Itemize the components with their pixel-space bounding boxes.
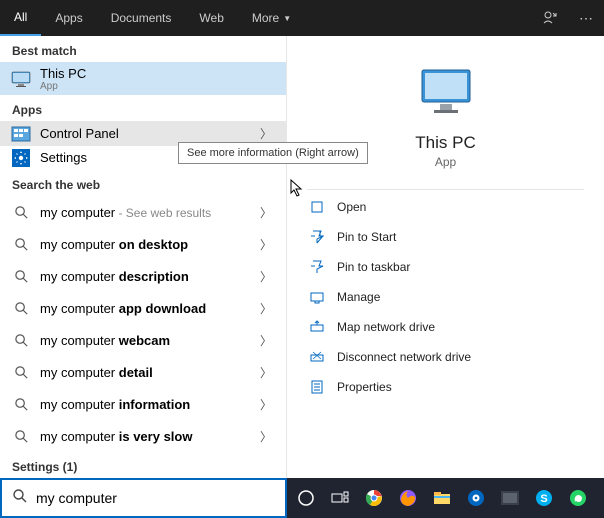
suggestion-text: my computer app download [40, 301, 206, 316]
suggestion-text: my computer information [40, 397, 190, 412]
suggestion-text: my computer is very slow [40, 429, 192, 444]
suggestion-text: my computer description [40, 269, 189, 284]
result-title: Settings [40, 150, 87, 165]
taskbar-whatsapp-icon[interactable] [565, 485, 591, 511]
taskbar-taskview-icon[interactable] [327, 485, 353, 511]
search-icon [10, 233, 32, 255]
chevron-right-icon[interactable]: 〉 [256, 428, 276, 445]
search-icon [10, 201, 32, 223]
tab-documents[interactable]: Documents [97, 0, 186, 36]
control-panel-icon [10, 123, 32, 145]
action-icon [307, 260, 327, 274]
result-web-suggestion[interactable]: my computer information 〉 [0, 388, 286, 420]
search-icon [10, 329, 32, 351]
result-web-suggestion[interactable]: my computer detail 〉 [0, 356, 286, 388]
taskbar-app-icon[interactable] [497, 485, 523, 511]
action-label: Pin to Start [337, 230, 396, 244]
taskbar-cortana-icon[interactable] [293, 485, 319, 511]
suggestion-text: my computer detail [40, 365, 153, 380]
action-pin-to-start[interactable]: Pin to Start [307, 222, 584, 252]
chevron-right-icon[interactable]: 〉 [256, 204, 276, 221]
chevron-right-icon[interactable]: 〉 [256, 332, 276, 349]
action-icon [307, 320, 327, 334]
taskbar-chrome-icon[interactable] [361, 485, 387, 511]
result-title: Control Panel [40, 126, 119, 141]
preview-pane: This PC App OpenPin to StartPin to taskb… [287, 36, 604, 478]
section-apps: Apps [0, 95, 286, 121]
action-manage[interactable]: Manage [307, 282, 584, 312]
tab-all[interactable]: All [0, 0, 41, 36]
section-best-match: Best match [0, 36, 286, 62]
settings-icon [10, 147, 32, 169]
taskbar-skype-icon[interactable]: S [531, 485, 557, 511]
search-icon [10, 393, 32, 415]
tab-apps[interactable]: Apps [41, 0, 96, 36]
search-icon [10, 425, 32, 447]
taskbar: S [287, 478, 604, 518]
result-title: This PC [40, 66, 276, 81]
action-label: Disconnect network drive [337, 350, 471, 364]
action-icon [307, 350, 327, 364]
chevron-right-icon[interactable]: 〉 [256, 268, 276, 285]
chevron-right-icon[interactable]: 〉 [256, 364, 276, 381]
this-pc-icon [10, 68, 32, 90]
search-icon [10, 297, 32, 319]
result-web-suggestion[interactable]: my computer description 〉 [0, 260, 286, 292]
action-label: Map network drive [337, 320, 435, 334]
action-label: Properties [337, 380, 392, 394]
results-pane: Best match This PC App Apps Control Pane… [0, 36, 287, 478]
chevron-right-icon[interactable]: 〉 [256, 396, 276, 413]
divider [307, 189, 584, 190]
chevron-right-icon[interactable]: 〉 [256, 300, 276, 317]
tooltip: See more information (Right arrow) [178, 142, 368, 164]
result-web-suggestion[interactable]: my computer webcam 〉 [0, 324, 286, 356]
tab-more[interactable]: More▼ [238, 0, 305, 36]
taskbar-groove-icon[interactable] [463, 485, 489, 511]
result-subtitle: App [40, 81, 276, 92]
search-icon [10, 265, 32, 287]
action-label: Open [337, 200, 366, 214]
svg-text:S: S [540, 493, 547, 505]
result-web-suggestion[interactable]: my computer is very slow 〉 [0, 420, 286, 452]
tab-web[interactable]: Web [185, 0, 237, 36]
suggestion-hint: - See web results [115, 206, 211, 220]
taskbar-explorer-icon[interactable] [429, 485, 455, 511]
options-icon[interactable]: ⋯ [568, 0, 604, 36]
search-input[interactable] [36, 490, 275, 506]
preview-icon [287, 66, 604, 123]
action-map-network-drive[interactable]: Map network drive [307, 312, 584, 342]
action-icon [307, 380, 327, 394]
chevron-right-icon[interactable]: 〉 [256, 125, 276, 142]
taskbar-firefox-icon[interactable] [395, 485, 421, 511]
search-box[interactable] [0, 478, 287, 518]
result-web-suggestion[interactable]: my computer app download 〉 [0, 292, 286, 324]
result-web-suggestion[interactable]: my computer on desktop 〉 [0, 228, 286, 260]
action-icon [307, 230, 327, 244]
action-label: Manage [337, 290, 380, 304]
section-web: Search the web [0, 170, 286, 196]
search-icon [12, 488, 28, 509]
caret-down-icon: ▼ [283, 14, 291, 23]
feedback-icon[interactable] [532, 0, 568, 36]
action-label: Pin to taskbar [337, 260, 410, 274]
suggestion-text: my computer on desktop [40, 237, 188, 252]
search-filter-tabs: All Apps Documents Web More▼ ⋯ [0, 0, 604, 36]
action-icon [307, 200, 327, 214]
action-open[interactable]: Open [307, 192, 584, 222]
section-settings-count: Settings (1) [0, 452, 286, 478]
action-disconnect-network-drive[interactable]: Disconnect network drive [307, 342, 584, 372]
search-icon [10, 361, 32, 383]
result-web-suggestion[interactable]: my computer - See web results 〉 [0, 196, 286, 228]
action-properties[interactable]: Properties [307, 372, 584, 402]
result-this-pc[interactable]: This PC App [0, 62, 286, 95]
action-pin-to-taskbar[interactable]: Pin to taskbar [307, 252, 584, 282]
action-icon [307, 290, 327, 304]
suggestion-text: my computer [40, 205, 115, 220]
suggestion-text: my computer webcam [40, 333, 170, 348]
chevron-right-icon[interactable]: 〉 [256, 236, 276, 253]
